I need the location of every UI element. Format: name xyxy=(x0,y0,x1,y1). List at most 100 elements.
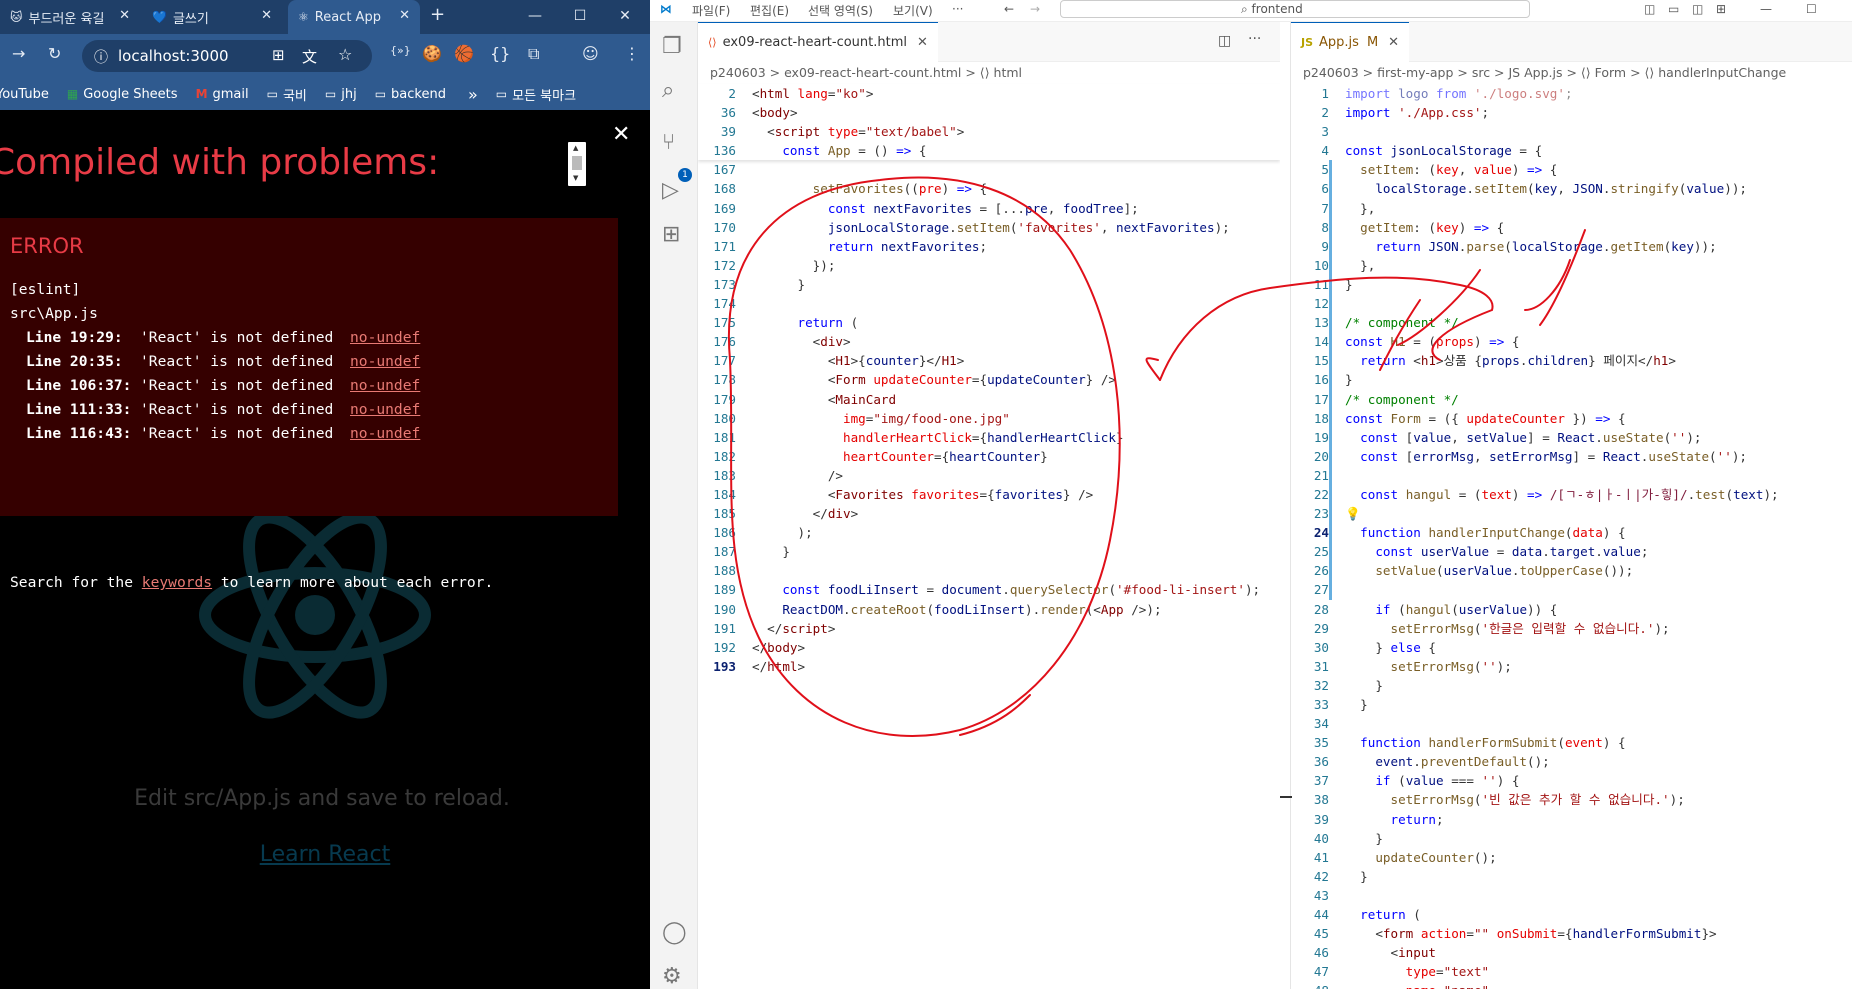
extensions-icon[interactable]: ⊞ xyxy=(662,222,680,247)
extension-basketball-icon[interactable]: 🏀 xyxy=(454,44,474,63)
editor-tab-row: ⟨⟩ ex09-react-heart-count.html ✕ ◫ ··· xyxy=(698,22,1280,62)
scroll-down-icon[interactable]: ▼ xyxy=(573,174,578,182)
close-tab-icon[interactable]: ✕ xyxy=(399,8,410,23)
new-tab-button[interactable]: + xyxy=(430,4,445,25)
more-bookmarks-button[interactable]: » xyxy=(468,85,478,104)
address-bar[interactable]: ⓘ localhost:3000 ⊞ 文 ☆ xyxy=(82,40,372,72)
editor-tab-appjs[interactable]: JS App.js M ✕ xyxy=(1291,22,1410,62)
extension-braces-icon[interactable]: {} xyxy=(490,44,510,63)
settings-gear-icon[interactable]: ⚙ xyxy=(662,964,682,989)
breadcrumb[interactable]: p240603 > ex09-react-heart-count.html > … xyxy=(710,62,1022,84)
extensions-puzzle-icon[interactable]: ⧉ xyxy=(528,44,539,64)
toggle-panel-icon[interactable]: ▭ xyxy=(1668,2,1679,16)
code-area[interactable]: 163 } 164 165 function handlerHeartClick… xyxy=(698,84,1280,676)
search-tip: Search for the keywords to learn more ab… xyxy=(10,574,493,591)
overlay-scrollbar[interactable]: ▲ ▼ xyxy=(568,142,586,186)
all-bookmarks-button[interactable]: ▭ 모든 북마크 xyxy=(496,85,576,104)
error-rule-link[interactable]: no-undef xyxy=(350,377,420,394)
site-info-icon[interactable]: ⓘ xyxy=(94,47,108,67)
error-row: Line 106:37: 'React' is not defined no-und… xyxy=(10,374,420,398)
search-icon: ⌕ xyxy=(1241,2,1252,16)
menu-selection[interactable]: 선택 영역(S) xyxy=(808,2,873,19)
forward-icon[interactable]: → xyxy=(12,44,25,63)
editor-tab-html[interactable]: ⟨⟩ ex09-react-heart-count.html ✕ xyxy=(698,22,938,62)
bookmark-folder-backend[interactable]: ▭ backend xyxy=(375,87,446,102)
command-center-search[interactable]: ⌕ frontend xyxy=(1060,0,1530,18)
overlay-close-icon[interactable]: ✕ xyxy=(612,122,630,147)
close-window-icon[interactable]: ✕ xyxy=(605,2,645,30)
error-rule-link[interactable]: no-undef xyxy=(350,329,420,346)
accounts-icon[interactable]: ◯ xyxy=(662,920,687,945)
menu-view[interactable]: 보기(V) xyxy=(893,2,933,19)
error-details: [eslint] src\App.js Line 19:29: 'React' i… xyxy=(10,278,420,446)
customize-layout-icon[interactable]: ⊞ xyxy=(1716,2,1726,16)
react-favicon-icon: ⚛ xyxy=(298,10,309,24)
maximize-icon[interactable]: ☐ xyxy=(560,2,600,30)
menu-file[interactable]: 파일(F) xyxy=(692,2,730,19)
editor-left: ⟨⟩ ex09-react-heart-count.html ✕ ◫ ··· p… xyxy=(698,22,1280,989)
translate-icon[interactable]: 文 xyxy=(302,46,317,67)
maximize-icon[interactable]: ☐ xyxy=(1806,2,1817,16)
browser-tab-1[interactable]: 🐱 부드러운 육길 ✕ xyxy=(0,0,140,34)
close-tab-icon[interactable]: ✕ xyxy=(119,8,130,23)
close-tab-icon[interactable]: ✕ xyxy=(917,35,928,50)
browser-tab-2[interactable]: 💙 글쓰기 ✕ xyxy=(142,0,282,34)
breadcrumb[interactable]: p240603 > first-my-app > src > JS App.js… xyxy=(1303,62,1786,84)
tab-favicon-icon: 💙 xyxy=(152,10,167,24)
editor-right: JS App.js M ✕ p240603 > first-my-app > s… xyxy=(1290,22,1852,989)
install-icon[interactable]: ⊞ xyxy=(272,46,285,64)
search-icon[interactable]: ⌕ xyxy=(662,78,674,103)
lightbulb-icon[interactable]: 💡 xyxy=(1345,506,1361,521)
nav-back-icon[interactable]: ← xyxy=(1004,2,1014,16)
minimize-icon[interactable]: — xyxy=(1760,2,1772,16)
menu-edit[interactable]: 편집(E) xyxy=(750,2,789,19)
error-rule-link[interactable]: no-undef xyxy=(350,401,420,418)
reload-icon[interactable]: ↻ xyxy=(48,44,61,63)
close-tab-icon[interactable]: ✕ xyxy=(261,8,272,23)
toggle-sidebar-icon[interactable]: ◫ xyxy=(1644,2,1655,16)
extension-cookie-icon[interactable]: 🍪 xyxy=(422,44,442,63)
explorer-icon[interactable]: ❐ xyxy=(662,34,682,59)
editor-more-icon[interactable]: ··· xyxy=(1248,31,1261,47)
minimize-icon[interactable]: — xyxy=(515,2,555,30)
bookmark-folder-jhj[interactable]: ▭ jhj xyxy=(325,87,357,102)
js-file-icon: JS xyxy=(1301,36,1314,49)
browser-tab-3[interactable]: ⚛ React App ✕ xyxy=(288,0,420,34)
command-center-text: frontend xyxy=(1251,2,1303,16)
error-message: 'React' is not defined xyxy=(140,425,334,442)
profile-avatar[interactable]: ☺ xyxy=(582,44,599,63)
scroll-up-icon[interactable]: ▲ xyxy=(573,144,578,152)
learn-react-link[interactable]: Learn React xyxy=(200,842,450,867)
toggle-secondary-sidebar-icon[interactable]: ◫ xyxy=(1692,2,1703,16)
sticky-scroll[interactable]: 2 <html lang="ko"> 36 <body> 39 <script ty… xyxy=(698,84,1280,161)
bookmark-star-icon[interactable]: ☆ xyxy=(338,45,352,64)
scroll-marker xyxy=(1280,796,1292,798)
bookmark-google-sheets[interactable]: ▦ Google Sheets xyxy=(67,87,178,102)
error-rule-link[interactable]: no-undef xyxy=(350,425,420,442)
folder-icon: ▭ xyxy=(495,87,508,101)
browser-window: 🐱 부드러운 육길 ✕ 💙 글쓰기 ✕ ⚛ React App ✕ + — ☐ … xyxy=(0,0,650,989)
keywords-link[interactable]: keywords xyxy=(142,574,212,591)
editor-sash[interactable] xyxy=(1280,22,1290,989)
error-rule-link[interactable]: no-undef xyxy=(350,353,420,370)
tab-label: 부드러운 육길 xyxy=(28,11,105,27)
tab-favicon-icon: 🐱 xyxy=(10,10,23,24)
browser-tab-bar: 🐱 부드러운 육길 ✕ 💙 글쓰기 ✕ ⚛ React App ✕ + — ☐ … xyxy=(0,0,650,34)
bookmark-gmail[interactable]: M gmail xyxy=(196,87,249,102)
bookmark-label: 국비 xyxy=(282,88,307,104)
scroll-thumb[interactable] xyxy=(572,156,582,170)
url-text: localhost:3000 xyxy=(118,47,229,65)
bookmark-youtube[interactable]: YouTube xyxy=(0,87,49,102)
bookmark-label: jhj xyxy=(341,86,357,102)
source-control-icon[interactable]: ⑂ xyxy=(662,130,675,155)
menu-more[interactable]: ··· xyxy=(952,2,963,16)
code-area[interactable]: 1 import logo from './logo.svg'; 2 import … xyxy=(1291,84,1852,989)
more-menu-icon[interactable]: ⋮ xyxy=(624,44,640,63)
close-tab-icon[interactable]: ✕ xyxy=(1388,35,1399,50)
extension-icon[interactable]: {»} xyxy=(390,44,411,57)
nav-forward-icon[interactable]: → xyxy=(1030,2,1040,16)
run-debug-icon[interactable]: ▷ xyxy=(662,178,679,203)
bookmark-folder-gukbi[interactable]: ▭ 국비 xyxy=(267,85,307,104)
split-editor-icon[interactable]: ◫ xyxy=(1218,33,1231,49)
activity-bar: ❐ ⌕ ⑂ 1 ▷ ⊞ ◯ ⚙ xyxy=(650,22,698,989)
